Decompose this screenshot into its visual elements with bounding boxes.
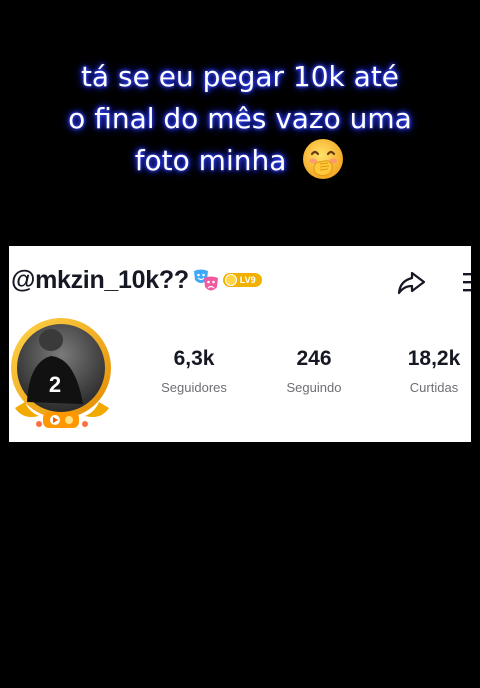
likes-label: Curtidas bbox=[409, 380, 459, 395]
following-label: Seguindo bbox=[286, 380, 342, 395]
face-with-hand-over-mouth-emoji bbox=[303, 139, 344, 179]
followers-label: Seguidores bbox=[161, 380, 227, 395]
share-arrow-icon[interactable] bbox=[395, 267, 427, 299]
menu-icon[interactable] bbox=[461, 270, 471, 294]
profile-username: @mkzin_10k?? bbox=[11, 265, 189, 294]
screenshot-stage: tá se eu pegar 10k até o final do mês va… bbox=[0, 0, 480, 688]
username-row: @mkzin_10k?? LV9 bbox=[11, 264, 262, 296]
theater-masks-icon bbox=[193, 269, 218, 291]
following-count: 246 bbox=[296, 347, 332, 370]
likes-count: 18,2k bbox=[407, 347, 461, 370]
caption-line-1: tá se eu pegar 10k até bbox=[80, 60, 400, 93]
level-badge-text: LV9 bbox=[239, 275, 256, 285]
overlay-caption: tá se eu pegar 10k até o final do mês va… bbox=[0, 56, 480, 182]
profile-stats: 6,3k Seguidores 246 Seguindo 18,2k Curti… bbox=[139, 346, 471, 406]
followers-count: 6,3k bbox=[173, 347, 215, 370]
profile-card: @mkzin_10k?? LV9 2 6,3k Seguidores 246 S… bbox=[9, 246, 471, 442]
avatar[interactable]: 2 bbox=[9, 316, 119, 434]
stat-likes[interactable]: 18,2k Curtidas bbox=[379, 346, 471, 396]
caption-line-2: o final do mês vazo uma bbox=[68, 102, 412, 135]
stat-followers[interactable]: 6,3k Seguidores bbox=[139, 346, 249, 396]
avatar-jersey-number: 2 bbox=[49, 372, 61, 397]
level-badge[interactable]: LV9 bbox=[222, 273, 262, 287]
caption-line-3-text: foto minha bbox=[134, 144, 287, 177]
caption-line-3: foto minha bbox=[0, 139, 480, 182]
stat-following[interactable]: 246 Seguindo bbox=[259, 346, 369, 396]
level-badge-icon bbox=[224, 274, 237, 286]
